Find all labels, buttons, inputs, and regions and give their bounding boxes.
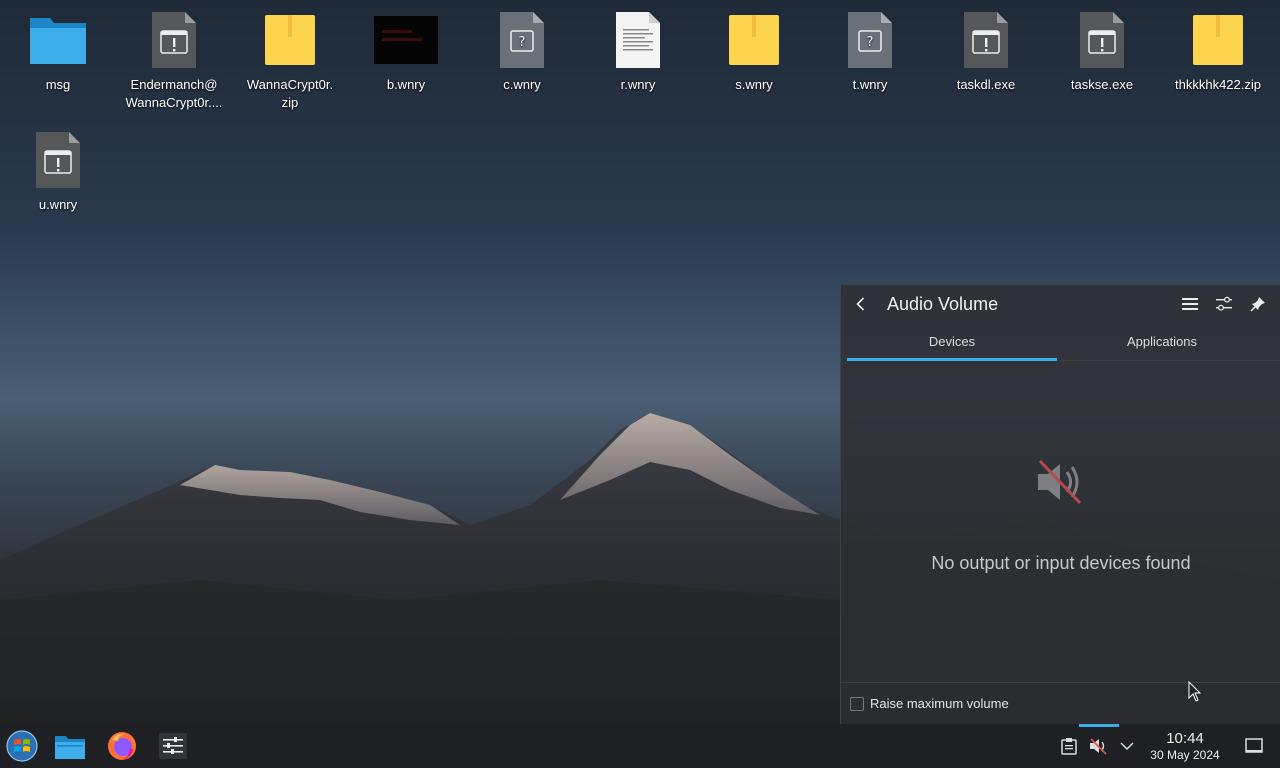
executable-file-icon bbox=[26, 128, 90, 192]
desktop-icon[interactable]: s.wnry bbox=[700, 8, 808, 94]
desktop-icon[interactable]: thkkkhk422.zip bbox=[1164, 8, 1272, 94]
zip-file-icon bbox=[1186, 8, 1250, 72]
desktop-icon[interactable]: Endermanch@ WannaCrypt0r.... bbox=[120, 8, 228, 112]
image-file-icon bbox=[374, 8, 438, 72]
desktop-icon[interactable]: taskdl.exe bbox=[932, 8, 1040, 94]
desktop-icon[interactable]: ? t.wnry bbox=[816, 8, 924, 94]
desktop-icon-label: msg bbox=[45, 77, 71, 92]
taskbar: 10:44 30 May 2024 bbox=[0, 724, 1280, 768]
tab-devices[interactable]: Devices bbox=[847, 323, 1057, 361]
unknown-file-icon: ? bbox=[838, 8, 902, 72]
desktop-icon-label: t.wnry bbox=[852, 77, 888, 92]
desktop-icon-label: r.wnry bbox=[620, 77, 656, 92]
hamburger-menu-icon[interactable] bbox=[1176, 290, 1204, 318]
desktop-icon-label: s.wnry bbox=[735, 77, 773, 92]
desktop-icon-label: taskse.exe bbox=[1070, 77, 1134, 92]
svg-text:?: ? bbox=[519, 35, 526, 50]
empty-message: No output or input devices found bbox=[931, 553, 1191, 573]
popup-title: Audio Volume bbox=[887, 293, 999, 314]
mouse-cursor-icon bbox=[1188, 681, 1202, 702]
executable-file-icon bbox=[1070, 8, 1134, 72]
zip-file-icon bbox=[722, 8, 786, 72]
speaker-muted-icon bbox=[1038, 459, 1082, 505]
system-settings-icon[interactable] bbox=[155, 728, 191, 764]
firefox-icon[interactable] bbox=[104, 728, 140, 764]
popup-footer: Raise maximum volume bbox=[841, 682, 1280, 724]
desktop-icon-label: c.wnry bbox=[503, 77, 541, 92]
chevron-down-icon[interactable] bbox=[1115, 734, 1139, 758]
pin-icon[interactable] bbox=[1244, 290, 1272, 318]
svg-text:?: ? bbox=[867, 35, 874, 50]
desktop-icon[interactable]: ? c.wnry bbox=[468, 8, 576, 94]
unknown-file-icon: ? bbox=[490, 8, 554, 72]
raise-max-volume-checkbox[interactable] bbox=[850, 696, 864, 711]
zip-file-icon bbox=[258, 8, 322, 72]
desktop-icon-label: Endermanch@ WannaCrypt0r.... bbox=[125, 77, 223, 110]
file-manager-icon[interactable] bbox=[52, 728, 88, 764]
popup-header: Audio Volume bbox=[841, 285, 1280, 323]
clock[interactable]: 10:44 30 May 2024 bbox=[1142, 730, 1228, 763]
active-tray-indicator bbox=[1079, 724, 1119, 727]
executable-file-icon bbox=[954, 8, 1018, 72]
folder-icon bbox=[26, 8, 90, 72]
chevron-left-icon[interactable] bbox=[849, 292, 873, 316]
executable-file-icon bbox=[142, 8, 206, 72]
tab-bar: Devices Applications bbox=[847, 323, 1280, 361]
desktop-icon[interactable]: taskse.exe bbox=[1048, 8, 1156, 94]
show-desktop-icon[interactable] bbox=[1242, 734, 1266, 758]
desktop-icon[interactable]: msg bbox=[4, 8, 112, 94]
clock-time: 10:44 bbox=[1166, 730, 1204, 747]
sliders-icon[interactable] bbox=[1210, 290, 1238, 318]
text-file-icon bbox=[606, 8, 670, 72]
tab-applications[interactable]: Applications bbox=[1057, 323, 1267, 360]
desktop-icon-label: b.wnry bbox=[386, 77, 426, 92]
desktop-icon[interactable]: r.wnry bbox=[584, 8, 692, 94]
desktop-icon-label: taskdl.exe bbox=[956, 77, 1016, 92]
desktop-icon[interactable]: WannaCrypt0r. zip bbox=[236, 8, 344, 112]
audio-volume-popup: Audio Volume Devices Applications No out… bbox=[840, 284, 1280, 724]
raise-max-volume-label[interactable]: Raise maximum volume bbox=[870, 696, 1009, 711]
desktop-icon-label: u.wnry bbox=[38, 197, 78, 212]
start-menu-icon[interactable] bbox=[4, 728, 40, 764]
clipboard-icon[interactable] bbox=[1057, 734, 1081, 758]
volume-muted-tray-icon[interactable] bbox=[1087, 734, 1111, 758]
desktop-icon[interactable]: u.wnry bbox=[4, 128, 112, 214]
desktop-icon[interactable]: b.wnry bbox=[352, 8, 460, 94]
empty-state: No output or input devices found bbox=[841, 455, 1280, 574]
desktop-icon-label: WannaCrypt0r. zip bbox=[246, 77, 334, 110]
clock-date: 30 May 2024 bbox=[1150, 748, 1220, 762]
desktop-icon-label: thkkkhk422.zip bbox=[1175, 77, 1261, 92]
